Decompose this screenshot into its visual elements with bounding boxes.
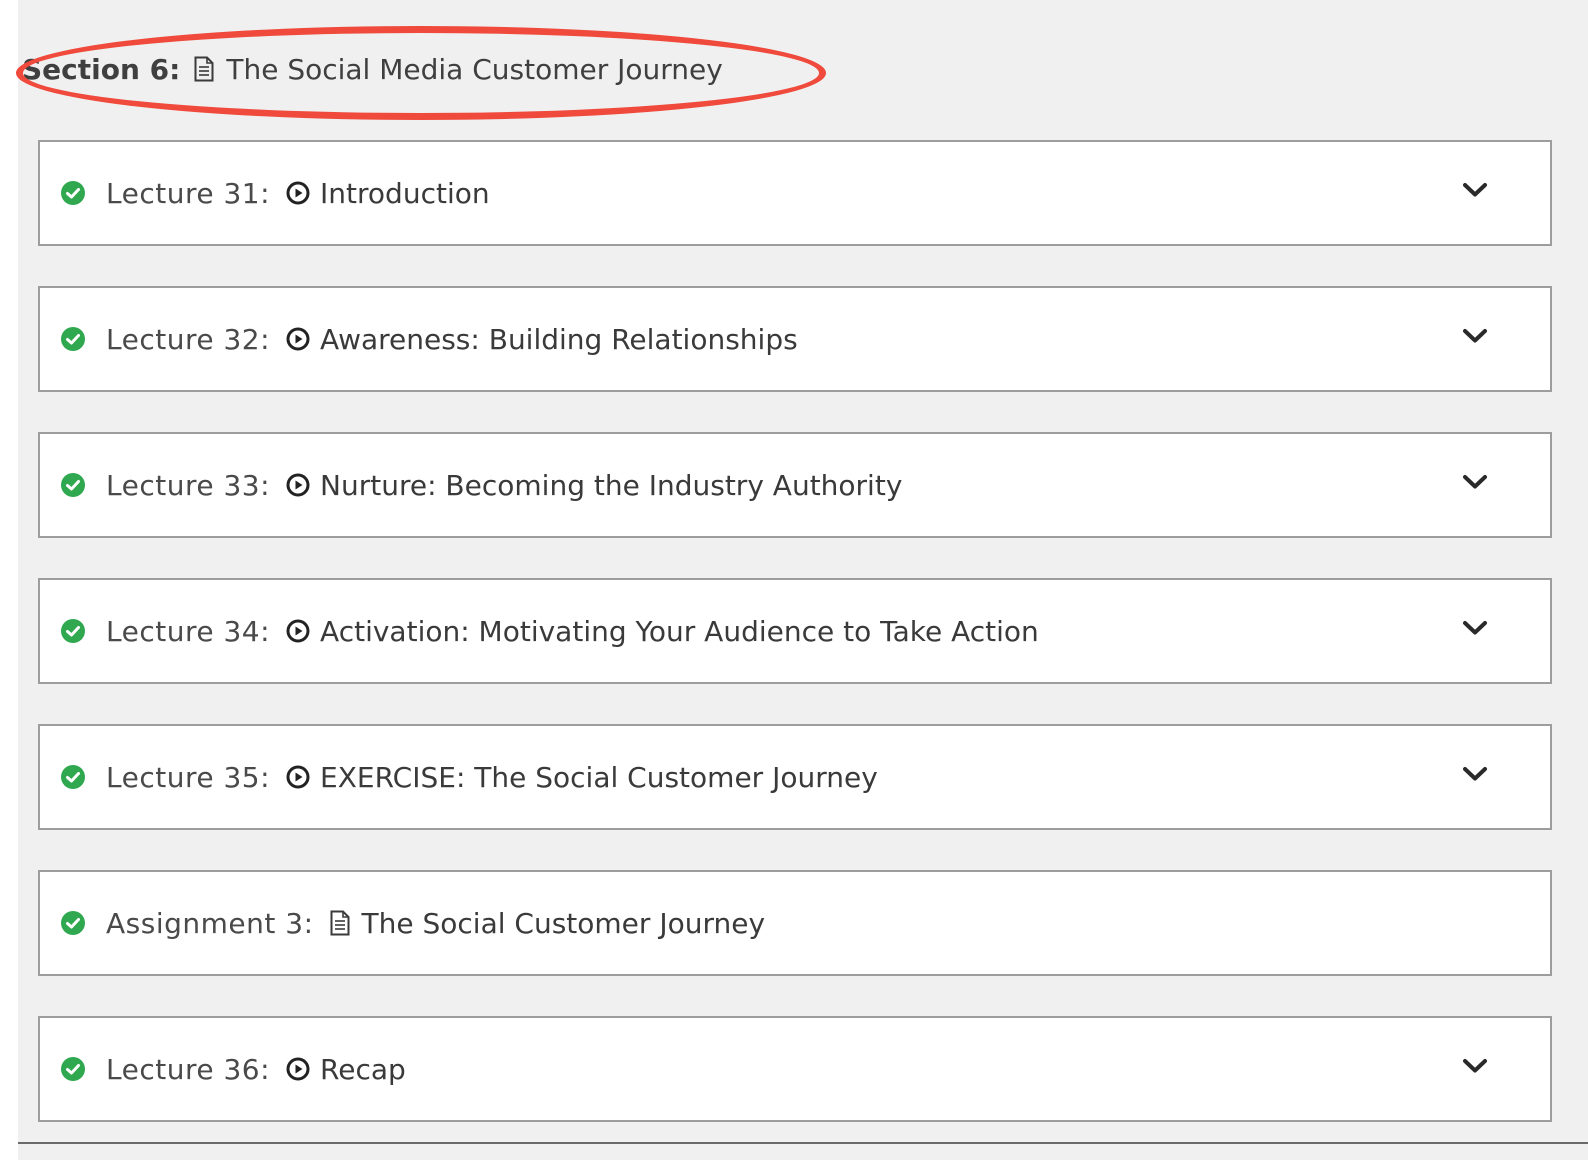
- lecture-item[interactable]: Lecture 35: EXERCISE: The Social Custome…: [38, 724, 1552, 830]
- lecture-list: Lecture 31: Introduction Lecture 32: Awa…: [38, 140, 1552, 1162]
- lecture-item[interactable]: Lecture 32: Awareness: Building Relation…: [38, 286, 1552, 392]
- lecture-item[interactable]: Lecture 31: Introduction: [38, 140, 1552, 246]
- check-circle-icon: [61, 327, 85, 351]
- assignment-label: Assignment 3:: [106, 906, 314, 940]
- chevron-down-icon[interactable]: [1462, 473, 1488, 491]
- assignment-item[interactable]: Assignment 3: The Social Customer Journe…: [38, 870, 1552, 976]
- document-icon: [330, 910, 350, 936]
- lecture-item[interactable]: Lecture 34: Activation: Motivating Your …: [38, 578, 1552, 684]
- lecture-label: Lecture 32:: [106, 322, 271, 356]
- lecture-item[interactable]: Lecture 33: Nurture: Becoming the Indust…: [38, 432, 1552, 538]
- play-circle-icon: [286, 619, 310, 643]
- check-circle-icon: [61, 181, 85, 205]
- lecture-title: Activation: Motivating Your Audience to …: [320, 614, 1039, 648]
- assignment-title: The Social Customer Journey: [361, 906, 766, 940]
- lecture-label: Lecture 36:: [106, 1052, 271, 1086]
- lecture-item[interactable]: Lecture 36: Recap: [38, 1016, 1552, 1122]
- lecture-title: Nurture: Becoming the Industry Authority: [320, 468, 903, 502]
- chevron-down-icon[interactable]: [1462, 181, 1488, 199]
- check-circle-icon: [61, 911, 85, 935]
- play-circle-icon: [286, 473, 310, 497]
- lecture-title: Awareness: Building Relationships: [320, 322, 798, 356]
- lecture-title: Introduction: [320, 176, 490, 210]
- play-circle-icon: [286, 181, 310, 205]
- lecture-label: Lecture 35:: [106, 760, 271, 794]
- play-circle-icon: [286, 1057, 310, 1081]
- lecture-title: EXERCISE: The Social Customer Journey: [320, 760, 878, 794]
- lecture-label: Lecture 31:: [106, 176, 271, 210]
- check-circle-icon: [61, 1057, 85, 1081]
- lecture-label: Lecture 33:: [106, 468, 271, 502]
- check-circle-icon: [61, 619, 85, 643]
- chevron-down-icon[interactable]: [1462, 765, 1488, 783]
- annotation-ellipse: [16, 26, 826, 120]
- lecture-title: Recap: [320, 1052, 406, 1086]
- check-circle-icon: [61, 765, 85, 789]
- chevron-down-icon[interactable]: [1462, 327, 1488, 345]
- play-circle-icon: [286, 327, 310, 351]
- bottom-divider: [18, 1142, 1588, 1144]
- chevron-down-icon[interactable]: [1462, 619, 1488, 637]
- play-circle-icon: [286, 765, 310, 789]
- check-circle-icon: [61, 473, 85, 497]
- lecture-label: Lecture 34:: [106, 614, 271, 648]
- chevron-down-icon[interactable]: [1462, 1057, 1488, 1075]
